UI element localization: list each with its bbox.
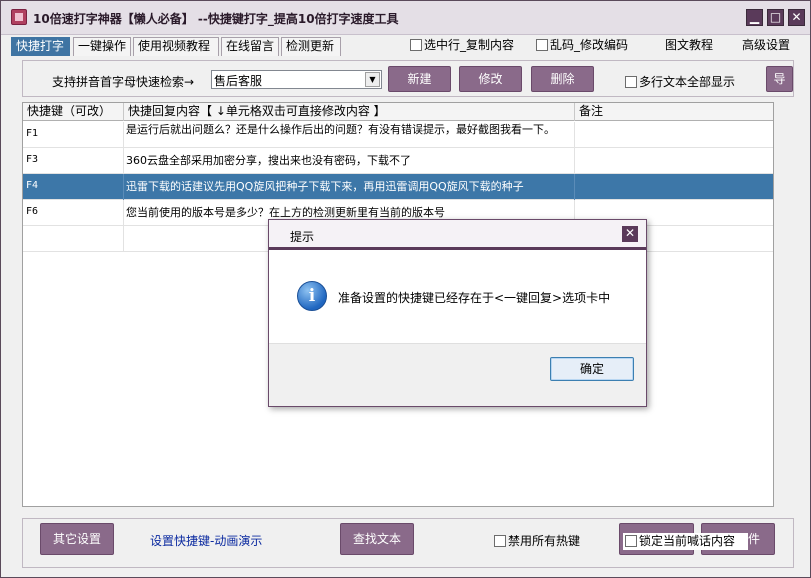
disable-hotkeys-label: 禁用所有热键 <box>508 534 581 548</box>
new-button[interactable]: 新建 <box>388 66 451 92</box>
app-icon <box>11 9 27 25</box>
tab-check-update[interactable]: 检测更新 <box>281 37 341 56</box>
ok-button[interactable]: 确定 <box>550 357 634 381</box>
shortcut-demo-link[interactable]: 设置快捷键-动画演示 <box>150 532 262 549</box>
multiline-label: 多行文本全部显示 <box>639 75 736 89</box>
cell-key <box>23 226 124 252</box>
cell-reply[interactable]: 迅雷下载的话建议先用QQ旋风把种子下载下来，再用迅雷调用QQ旋风下载的种子 <box>124 174 575 200</box>
main-window: 10倍速打字神器【懒人必备】 --快捷键打字_提高10倍打字速度工具 ▁ □ ✕… <box>0 0 811 578</box>
close-button[interactable]: ✕ <box>788 9 805 26</box>
tutorial-link[interactable]: 图文教程 <box>665 36 713 53</box>
cell-key: F3 <box>23 148 124 174</box>
cell-reply[interactable]: 是运行后就出问题么？还是什么操作后出的问题？有没有错误提示，最好截图我看一下。 <box>124 122 575 148</box>
cell-note[interactable] <box>575 148 773 174</box>
title-bar[interactable]: 10倍速打字神器【懒人必备】 --快捷键打字_提高10倍打字速度工具 ▁ □ ✕ <box>1 1 810 35</box>
window-title: 10倍速打字神器【懒人必备】 --快捷键打字_提高10倍打字速度工具 <box>33 12 399 26</box>
tab-online-message[interactable]: 在线留言 <box>221 37 279 56</box>
chevron-down-icon[interactable]: ▼ <box>365 72 380 87</box>
checkbox-box <box>625 535 637 547</box>
other-settings-button[interactable]: 其它设置 <box>40 523 114 555</box>
column-header-key[interactable]: 快捷键（可改） <box>23 103 124 121</box>
checkbox-box <box>410 39 422 51</box>
tab-video-tutorial[interactable]: 使用视频教程 <box>133 37 219 56</box>
delete-button[interactable]: 删除 <box>531 66 594 92</box>
disable-hotkeys-checkbox[interactable]: 禁用所有热键 <box>494 534 580 548</box>
multiline-checkbox[interactable]: 多行文本全部显示 <box>625 75 735 89</box>
select-copy-checkbox[interactable]: 选中行_复制内容 <box>410 38 514 52</box>
maximize-button[interactable]: □ <box>767 9 784 26</box>
table-row[interactable]: F3 360云盘全部采用加密分享，搜出来也没有密码，下载不了 <box>23 148 773 174</box>
checkbox-box <box>494 535 506 547</box>
cell-reply[interactable]: 360云盘全部采用加密分享，搜出来也没有密码，下载不了 <box>124 148 575 174</box>
dialog-title-bar[interactable]: 提示 ✕ <box>269 220 646 250</box>
table-row-selected[interactable]: F4 迅雷下载的话建议先用QQ旋风把种子下载下来，再用迅雷调用QQ旋风下载的种子 <box>23 174 773 200</box>
checkbox-box <box>536 39 548 51</box>
cell-key: F6 <box>23 200 124 226</box>
find-text-button[interactable]: 查找文本 <box>340 523 414 555</box>
lock-content-label: 锁定当前喊话内容 <box>639 534 736 548</box>
cell-note[interactable] <box>575 122 773 148</box>
lock-content-checkbox[interactable]: 锁定当前喊话内容 <box>623 533 748 550</box>
export-button[interactable]: 导 <box>766 66 793 92</box>
info-icon: i <box>297 281 327 311</box>
table-header: 快捷键（可改） 快捷回复内容【 ↓单元格双击可直接修改内容 】 备注 <box>23 103 773 121</box>
edit-button[interactable]: 修改 <box>459 66 522 92</box>
checkbox-box <box>625 76 637 88</box>
table-row[interactable]: F1 是运行后就出问题么？还是什么操作后出的问题？有没有错误提示，最好截图我看一… <box>23 122 773 148</box>
tab-quick-typing[interactable]: 快捷打字 <box>11 37 70 56</box>
cell-note[interactable] <box>575 174 773 200</box>
column-header-note[interactable]: 备注 <box>575 103 773 121</box>
minimize-button[interactable]: ▁ <box>746 9 763 26</box>
alert-dialog: 提示 ✕ i 准备设置的快捷键已经存在于<一键回复>选项卡中 确定 <box>268 219 647 407</box>
column-header-reply[interactable]: 快捷回复内容【 ↓单元格双击可直接修改内容 】 <box>124 103 575 121</box>
category-combo[interactable]: 售后客服 ▼ <box>211 70 382 89</box>
tab-one-click[interactable]: 一键操作 <box>73 37 131 56</box>
cell-key: F1 <box>23 122 124 148</box>
advanced-settings-link[interactable]: 高级设置 <box>742 36 790 53</box>
dialog-title: 提示 <box>290 230 315 244</box>
cell-key: F4 <box>23 174 124 200</box>
garbled-checkbox[interactable]: 乱码_修改编码 <box>536 38 628 52</box>
garbled-label: 乱码_修改编码 <box>550 38 629 52</box>
dialog-close-icon[interactable]: ✕ <box>622 226 638 242</box>
combo-value: 售后客服 <box>214 74 263 88</box>
select-copy-label: 选中行_复制内容 <box>424 38 515 52</box>
search-label: 支持拼音首字母快速检索→ <box>52 75 195 89</box>
dialog-message: 准备设置的快捷键已经存在于<一键回复>选项卡中 <box>338 291 611 305</box>
